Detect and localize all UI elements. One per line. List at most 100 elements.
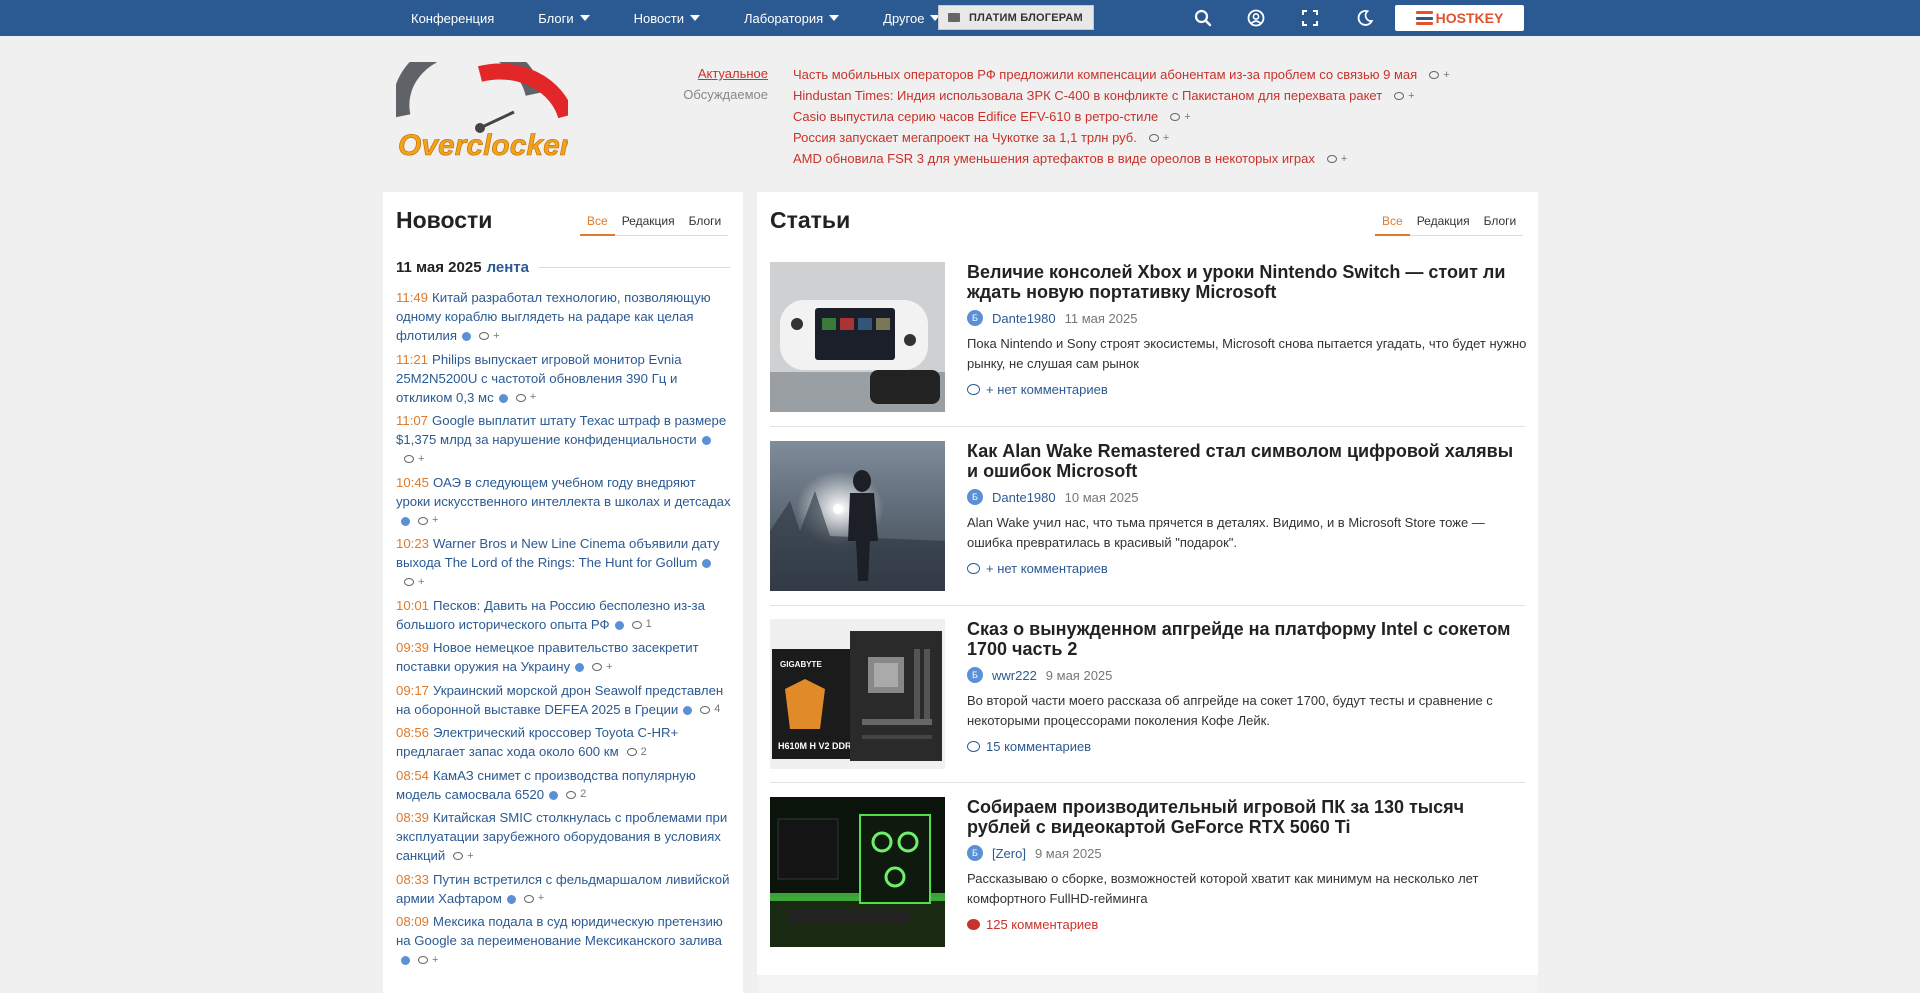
fullscreen-icon[interactable]	[1300, 8, 1320, 28]
article-title[interactable]: Как Alan Wake Remastered стал символом ц…	[967, 441, 1527, 481]
tab-editorial[interactable]: Редакция	[614, 208, 682, 236]
headline-item[interactable]: AMD обновила FSR 3 для уменьшения артефа…	[793, 148, 1553, 169]
comment-count-value: +	[432, 514, 439, 526]
comment-count-value: +	[432, 953, 439, 966]
feed-link[interactable]: лента	[487, 259, 529, 276]
user-icon[interactable]	[1246, 8, 1266, 28]
comment-count[interactable]: 2	[566, 785, 586, 804]
article-comments-link[interactable]: 15 комментариев	[967, 739, 1527, 754]
article-thumbnail[interactable]	[770, 441, 945, 591]
news-headline[interactable]: Украинский морской дрон Seawolf представ…	[396, 683, 723, 717]
menu-item-conference[interactable]: Конференция	[411, 11, 494, 26]
tab-actual[interactable]: Актуальное	[660, 66, 768, 87]
news-item[interactable]: 09:17 Украинский морской дрон Seawolf пре…	[396, 681, 733, 720]
article-thumbnail[interactable]	[770, 262, 945, 412]
article-thumbnail[interactable]	[770, 797, 945, 947]
news-item[interactable]: 08:54 КамАЗ снимет с производства популяр…	[396, 766, 733, 805]
news-headline[interactable]: Китайская SMIC столкнулась с проблемами …	[396, 810, 727, 863]
news-headline[interactable]: Philips выпускает игровой монитор Evnia …	[396, 352, 682, 405]
article-meta: Б Dante1980 10 мая 2025	[967, 489, 1527, 505]
comment-count[interactable]: +	[479, 327, 500, 346]
comment-count[interactable]: +	[404, 450, 424, 469]
article-title[interactable]: Собираем производительный игровой ПК за …	[967, 797, 1527, 837]
article-author[interactable]: [Zero]	[992, 846, 1026, 861]
menu-item-other[interactable]: Другое	[883, 11, 941, 26]
comment-icon	[404, 455, 414, 463]
news-item[interactable]: 08:56 Электрический кроссовер Toyota C-HR…	[396, 723, 733, 762]
news-item[interactable]: 10:45 ОАЭ в следующем учебном году внедря…	[396, 473, 733, 531]
news-item[interactable]: 10:01 Песков: Давить на Россию бесполезно…	[396, 596, 733, 635]
news-item[interactable]: 11:21 Philips выпускает игровой монитор E…	[396, 350, 733, 408]
article-comments-link[interactable]: + нет комментариев	[967, 561, 1527, 576]
svg-text:H610M H V2 DDR4: H610M H V2 DDR4	[778, 741, 857, 751]
headline-list: Часть мобильных операторов РФ предложили…	[793, 64, 1553, 169]
comment-icon	[453, 852, 464, 860]
news-headline[interactable]: Путин встретился с фельдмаршалом ливийск…	[396, 872, 730, 906]
article-author[interactable]: wwr222	[992, 668, 1037, 683]
headline-item[interactable]: Часть мобильных операторов РФ предложили…	[793, 64, 1553, 85]
pay-bloggers-button[interactable]: ПЛАТИМ БЛОГЕРАМ	[938, 5, 1094, 30]
article-date: 9 мая 2025	[1034, 845, 1102, 861]
article-comments-link[interactable]: + нет комментариев	[967, 382, 1527, 397]
comment-icon	[523, 894, 534, 903]
comment-count-value: 4	[714, 703, 721, 715]
article-comments-link[interactable]: 125 комментариев	[967, 917, 1527, 932]
comment-count[interactable]: 2	[626, 743, 647, 762]
comment-count[interactable]: +	[418, 951, 438, 970]
tab-discussed[interactable]: Обсуждаемое	[660, 87, 768, 102]
news-item[interactable]: 10:23 Warner Bros и New Line Cinema объяв…	[396, 534, 733, 592]
article-title[interactable]: Сказ о вынужденном апгрейде на платформу…	[967, 619, 1527, 659]
search-icon[interactable]	[1193, 8, 1213, 28]
tab-blogs[interactable]: Блоги	[681, 208, 729, 236]
blog-dot-icon	[401, 516, 410, 526]
headline-item[interactable]: Россия запускает мегапроект на Чукотке з…	[793, 127, 1553, 148]
blog-badge: Б	[967, 845, 983, 861]
news-time: 11:49	[396, 290, 429, 305]
tab-all[interactable]: Все	[580, 208, 615, 236]
news-item[interactable]: 08:09 Мексика подала в суд юридическую пр…	[396, 912, 733, 970]
blog-dot-icon	[506, 894, 516, 904]
news-item[interactable]: 09:39 Новое немецкое правительство засекр…	[396, 638, 733, 677]
news-item[interactable]: 08:39 Китайская SMIC столкнулась с пробле…	[396, 808, 733, 866]
headline-item[interactable]: Casio выпустила серию часов Edifice EFV-…	[793, 106, 1553, 127]
menu-item-lab[interactable]: Лаборатория	[744, 11, 840, 26]
comment-count[interactable]: +	[418, 511, 438, 530]
comment-count[interactable]: +	[515, 388, 536, 407]
dark-mode-icon[interactable]	[1355, 8, 1375, 28]
news-headline[interactable]: Новое немецкое правительство засекретит …	[396, 640, 699, 674]
comment-count[interactable]: 4	[700, 700, 720, 719]
news-item[interactable]: 11:49 Китай разработал технологию, позвол…	[396, 288, 733, 346]
news-headline[interactable]: Warner Bros и New Line Cinema объявили д…	[396, 536, 719, 570]
svg-text:GIGABYTE: GIGABYTE	[780, 660, 822, 669]
article-author[interactable]: Dante1980	[992, 490, 1056, 505]
news-item[interactable]: 08:33 Путин встретился с фельдмаршалом ли…	[396, 870, 733, 909]
comment-count[interactable]: +	[453, 847, 474, 866]
comment-icon	[700, 705, 711, 714]
news-item[interactable]: 11:07 Google выплатит штату Техас штраф в…	[396, 411, 733, 469]
tab-editorial[interactable]: Редакция	[1409, 208, 1477, 236]
site-logo[interactable]: Overclockers	[392, 37, 588, 162]
article-author[interactable]: Dante1980	[992, 311, 1056, 326]
menu-item-news[interactable]: Новости	[634, 11, 700, 26]
news-headline[interactable]: Китай разработал технологию, позволяющую…	[396, 290, 711, 343]
comment-count[interactable]: +	[523, 889, 544, 908]
comment-count[interactable]: +	[404, 573, 424, 592]
news-headline[interactable]: КамАЗ снимет с производства популярную м…	[396, 768, 696, 802]
tab-all[interactable]: Все	[1375, 208, 1410, 236]
news-headline[interactable]: ОАЭ в следующем учебном году внедряют ур…	[396, 475, 731, 509]
menu-item-blogs[interactable]: Блоги	[538, 11, 590, 26]
tab-blogs[interactable]: Блоги	[1476, 208, 1524, 236]
news-headline[interactable]: Мексика подала в суд юридическую претенз…	[396, 914, 723, 948]
article-thumbnail[interactable]: GIGABYTE H610M H V2 DDR4	[770, 619, 945, 769]
news-headline[interactable]: Песков: Давить на Россию бесполезно из-з…	[396, 598, 705, 632]
comment-count-value: 1	[645, 618, 652, 630]
wallet-icon	[948, 13, 960, 22]
comment-count[interactable]: 1	[631, 615, 652, 634]
sponsor-banner[interactable]: HOSTKEY	[1395, 5, 1524, 31]
headline-item[interactable]: Hindustan Times: Индия использовала ЗРК …	[793, 85, 1553, 106]
news-headline[interactable]: Google выплатит штату Техас штраф в разм…	[396, 413, 726, 447]
comment-count-value: +	[493, 329, 500, 342]
article-title[interactable]: Величие консолей Xbox и уроки Nintendo S…	[967, 262, 1527, 302]
comment-count[interactable]: +	[592, 658, 613, 677]
article-description: Во второй части моего рассказа об апгрей…	[967, 693, 1493, 728]
